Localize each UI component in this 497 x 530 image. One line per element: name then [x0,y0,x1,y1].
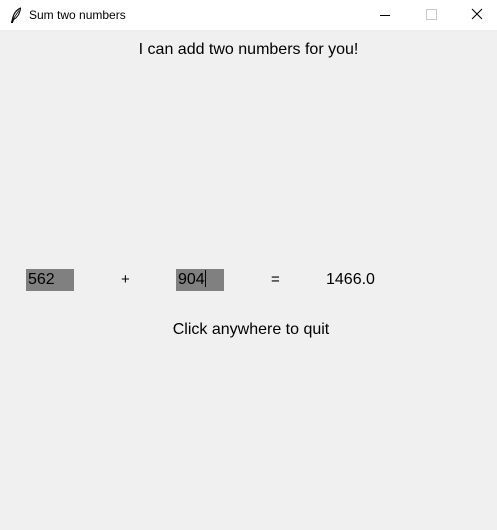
minimize-button[interactable] [362,0,408,30]
main-canvas[interactable]: I can add two numbers for you! 562 + 904… [0,30,497,530]
close-button[interactable] [454,0,497,30]
maximize-icon [426,9,437,20]
close-icon [471,8,483,20]
app-window: Sum two numbers I can add two numbers fo… [0,0,497,530]
title-bar[interactable]: Sum two numbers [0,0,497,30]
window-title: Sum two numbers [29,8,126,22]
second-number-field[interactable]: 904 [176,269,224,291]
first-number-field[interactable]: 562 [26,269,74,291]
feather-icon [10,7,22,24]
second-number-value: 904 [178,271,205,288]
plus-sign: + [121,271,130,288]
sum-result: 1466.0 [326,271,375,288]
minimize-icon [380,15,390,16]
heading-text: I can add two numbers for you! [138,41,359,58]
maximize-button[interactable] [408,0,454,30]
text-cursor [204,270,206,287]
quit-hint: Click anywhere to quit [172,321,330,338]
equals-sign: = [271,271,280,288]
first-number-value: 562 [28,271,55,288]
